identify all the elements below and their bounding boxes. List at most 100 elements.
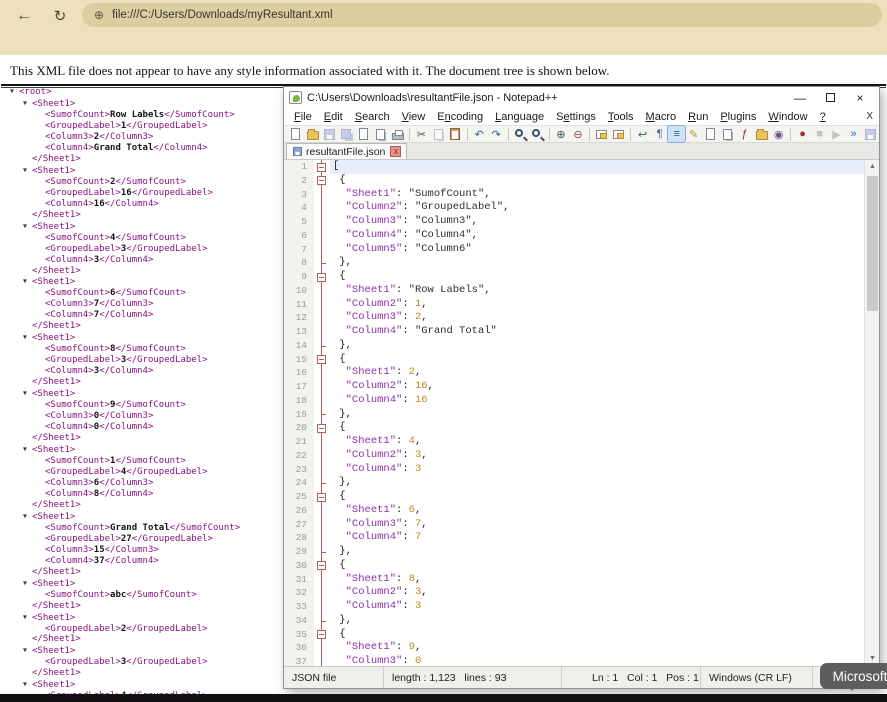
replace-icon[interactable] bbox=[529, 126, 546, 142]
site-info-icon[interactable]: ⊕ bbox=[94, 8, 104, 22]
macro-save-icon[interactable] bbox=[862, 126, 879, 142]
macro-stop-icon[interactable]: ■ bbox=[811, 126, 828, 142]
function-list-icon[interactable]: ƒ bbox=[736, 126, 753, 142]
menu-tools[interactable]: Tools bbox=[602, 111, 640, 123]
menu-close-document-icon[interactable]: X bbox=[866, 111, 873, 122]
editor-line: 10 "Sheet1": "Row Labels", bbox=[284, 284, 864, 298]
collapse-arrow-icon[interactable]: ▼ bbox=[23, 332, 32, 343]
menu-language[interactable]: Language bbox=[489, 111, 550, 123]
fold-collapse-icon[interactable] bbox=[314, 160, 330, 174]
word-wrap-icon[interactable]: ↩ bbox=[634, 126, 651, 142]
open-file-icon[interactable] bbox=[304, 126, 321, 142]
menu-view[interactable]: View bbox=[396, 111, 432, 123]
new-file-icon[interactable] bbox=[287, 126, 304, 142]
collapse-arrow-icon[interactable]: ▼ bbox=[10, 86, 19, 97]
collapse-arrow-icon[interactable]: ▼ bbox=[23, 511, 32, 522]
tab-close-icon[interactable]: x bbox=[390, 146, 401, 157]
menu-settings[interactable]: Settings bbox=[550, 111, 602, 123]
tab-resultantfile-json[interactable]: resultantFile.json x bbox=[286, 143, 407, 159]
code-text: "Column2": 3, bbox=[330, 586, 864, 600]
back-icon[interactable]: ← bbox=[12, 4, 36, 28]
zoom-out-icon[interactable]: ⊖ bbox=[569, 126, 586, 142]
editor-vertical-scrollbar[interactable]: ▲ ▼ bbox=[864, 160, 879, 666]
copy-icon[interactable] bbox=[430, 126, 447, 142]
menu-run[interactable]: Run bbox=[682, 111, 714, 123]
code-text: [ bbox=[330, 160, 864, 174]
collapse-arrow-icon[interactable]: ▼ bbox=[23, 98, 32, 109]
collapse-arrow-icon[interactable]: ▼ bbox=[23, 612, 32, 623]
menu-plugins[interactable]: Plugins bbox=[714, 111, 762, 123]
cut-icon[interactable]: ✂ bbox=[413, 126, 430, 142]
undo-icon[interactable]: ↶ bbox=[471, 126, 488, 142]
collapse-arrow-icon[interactable]: ▼ bbox=[23, 578, 32, 589]
collapse-arrow-icon[interactable]: ▼ bbox=[23, 679, 32, 690]
collapse-arrow-icon[interactable]: ▼ bbox=[23, 165, 32, 176]
xml-tree-line: </Sheet1> bbox=[8, 433, 280, 444]
close-file-icon[interactable] bbox=[355, 126, 372, 142]
line-number: 9 bbox=[284, 270, 314, 284]
fold-collapse-icon[interactable] bbox=[314, 353, 330, 367]
collapse-arrow-icon[interactable]: ▼ bbox=[23, 388, 32, 399]
print-icon[interactable] bbox=[389, 126, 406, 142]
paste-icon[interactable] bbox=[447, 126, 464, 142]
tab-label: resultantFile.json bbox=[306, 146, 385, 158]
monitoring-icon[interactable]: ◉ bbox=[770, 126, 787, 142]
fold-collapse-icon[interactable] bbox=[314, 421, 330, 435]
close-all-icon[interactable] bbox=[372, 126, 389, 142]
sync-vertical-icon[interactable] bbox=[593, 126, 610, 142]
reload-icon[interactable]: ↻ bbox=[48, 4, 72, 28]
collapse-arrow-icon[interactable]: ▼ bbox=[23, 221, 32, 232]
minimize-button[interactable]: — bbox=[785, 88, 815, 107]
folder-workspace-icon[interactable] bbox=[753, 126, 770, 142]
code-text: "Column2": 16, bbox=[330, 380, 864, 394]
editor-line: 17 "Column2": 16, bbox=[284, 380, 864, 394]
xml-tree-line: <GroupedLabel>2</GroupedLabel> bbox=[8, 624, 280, 635]
fold-collapse-icon[interactable] bbox=[314, 628, 330, 642]
doc-list-icon[interactable] bbox=[719, 126, 736, 142]
menu-help[interactable]: ? bbox=[814, 111, 832, 123]
fold-margin bbox=[314, 463, 330, 477]
fold-collapse-icon[interactable] bbox=[314, 490, 330, 504]
collapse-arrow-icon[interactable]: ▼ bbox=[23, 645, 32, 656]
collapse-arrow-icon[interactable]: ▼ bbox=[23, 276, 32, 287]
scrollbar-thumb[interactable] bbox=[867, 176, 878, 311]
macro-run-multi-icon[interactable]: » bbox=[845, 126, 862, 142]
fold-collapse-icon[interactable] bbox=[314, 270, 330, 284]
redo-icon[interactable]: ↷ bbox=[488, 126, 505, 142]
menu-encoding[interactable]: Encoding bbox=[431, 111, 489, 123]
find-icon[interactable] bbox=[512, 126, 529, 142]
zoom-in-icon[interactable]: ⊕ bbox=[552, 126, 569, 142]
doc-map-icon[interactable] bbox=[702, 126, 719, 142]
menu-edit[interactable]: Edit bbox=[318, 111, 349, 123]
line-number: 8 bbox=[284, 256, 314, 270]
menu-search[interactable]: Search bbox=[349, 111, 396, 123]
close-button[interactable]: × bbox=[845, 88, 875, 107]
xml-tree-line: <GroupedLabel>1</GroupedLabel> bbox=[8, 121, 280, 132]
scroll-up-icon[interactable]: ▲ bbox=[865, 160, 879, 174]
macro-play-icon[interactable]: ▶ bbox=[828, 126, 845, 142]
user-language-icon[interactable]: ✎ bbox=[685, 126, 702, 142]
npp-menu-bar: FileEditSearchViewEncodingLanguageSettin… bbox=[284, 108, 879, 125]
sync-horizontal-icon[interactable] bbox=[610, 126, 627, 142]
editor-text-area[interactable]: 1[2 {3 "Sheet1": "SumofCount",4 "Column2… bbox=[284, 160, 864, 666]
indent-guide-icon[interactable]: ≡ bbox=[668, 126, 685, 142]
save-all-icon[interactable] bbox=[338, 126, 355, 142]
maximize-button[interactable] bbox=[815, 88, 845, 107]
fold-margin bbox=[314, 366, 330, 380]
macro-record-icon[interactable]: ● bbox=[794, 126, 811, 142]
address-bar[interactable]: ⊕ file:///C:/Users/Downloads/myResultant… bbox=[82, 3, 882, 27]
menu-file[interactable]: File bbox=[288, 111, 318, 123]
save-icon[interactable] bbox=[321, 126, 338, 142]
url-text[interactable]: file:///C:/Users/Downloads/myResultant.x… bbox=[112, 9, 332, 21]
fold-collapse-icon[interactable] bbox=[314, 174, 330, 188]
npp-title-bar[interactable]: C:\Users\Downloads\resultantFile.json - … bbox=[284, 87, 879, 108]
menu-window[interactable]: Window bbox=[762, 111, 813, 123]
show-all-characters-icon[interactable]: ¶ bbox=[651, 126, 668, 142]
status-length-lines: length : 1,123 lines : 93 bbox=[384, 667, 562, 688]
fold-collapse-icon[interactable] bbox=[314, 559, 330, 573]
xml-tree-line: ▼<Sheet1> bbox=[8, 388, 280, 400]
fold-margin bbox=[314, 380, 330, 394]
collapse-arrow-icon[interactable]: ▼ bbox=[23, 444, 32, 455]
code-text: "Column4": 16 bbox=[330, 394, 864, 408]
menu-macro[interactable]: Macro bbox=[640, 111, 683, 123]
